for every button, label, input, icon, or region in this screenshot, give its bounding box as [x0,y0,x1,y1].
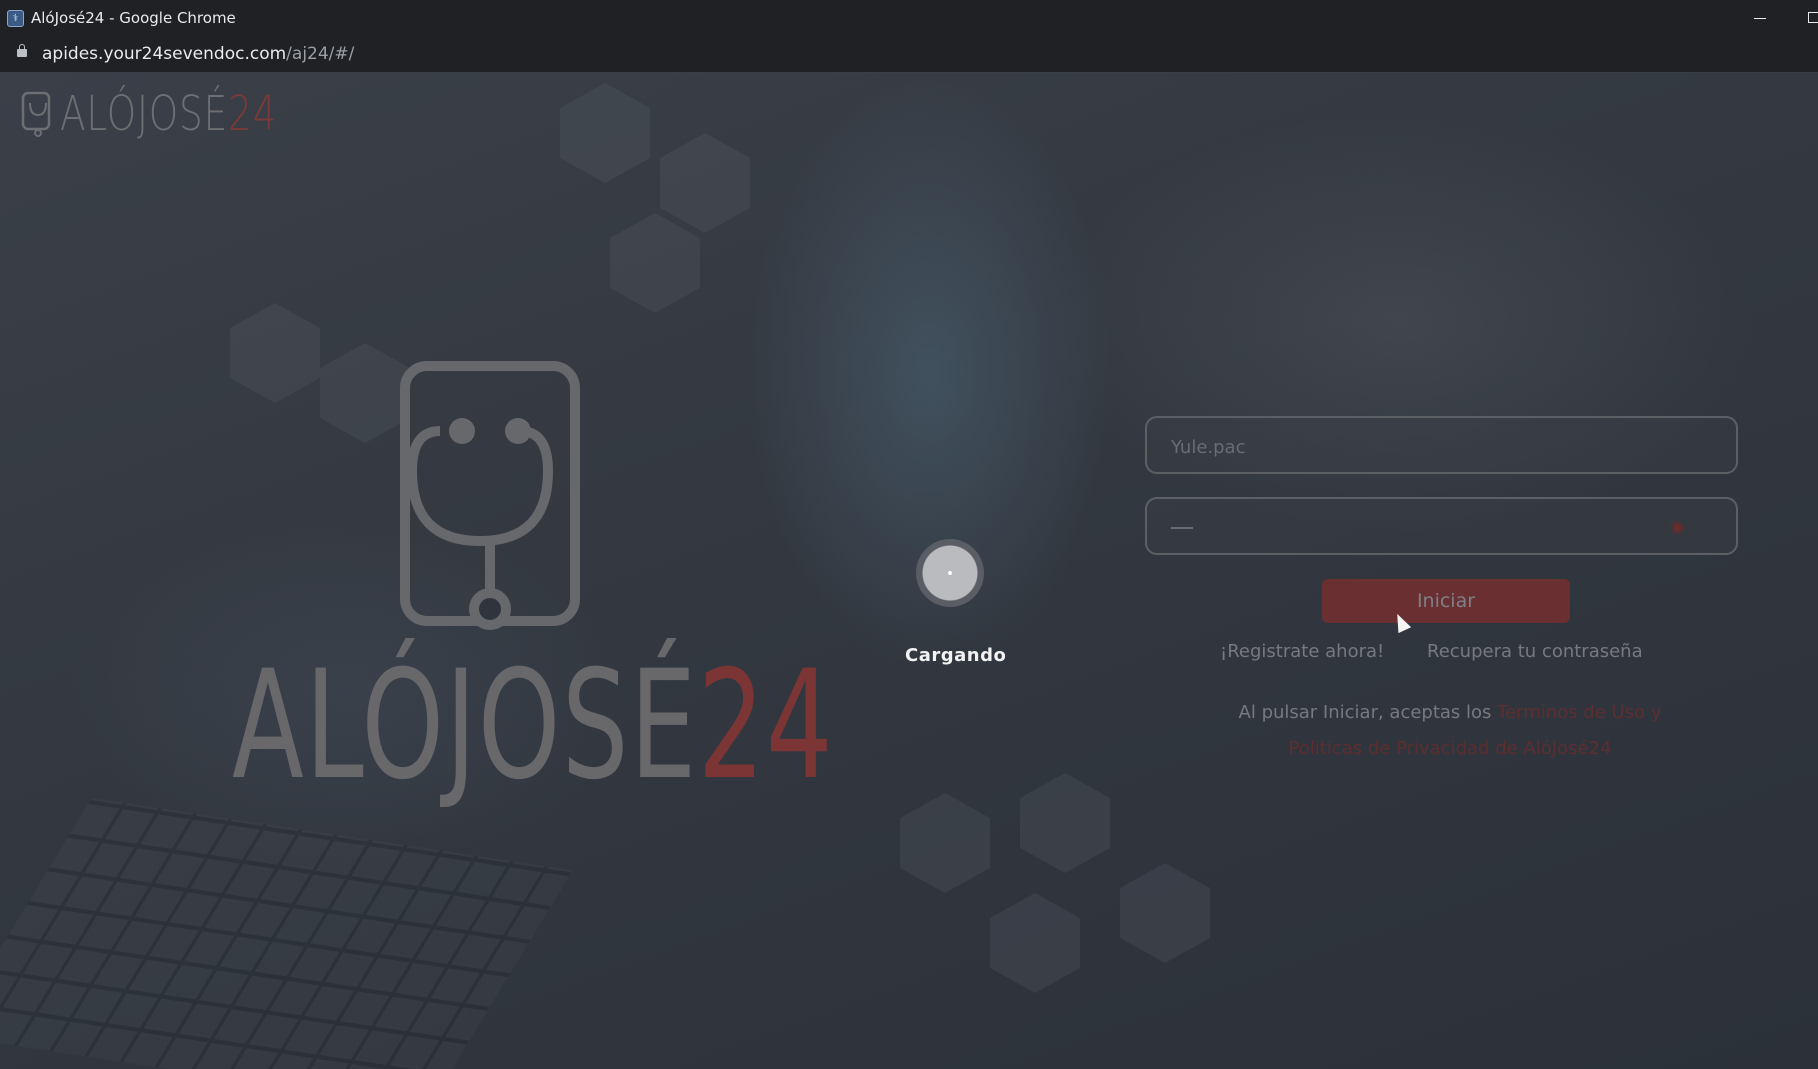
spinner-dot [948,571,952,575]
bg-laptop-keyboard [0,797,573,1069]
privacy-policy-link[interactable]: Politicas de Privacidad de AlóJosé24 [1289,738,1612,759]
address-bar[interactable]: apides.your24sevendoc.com/aj24/#/ [0,36,1818,73]
password-field[interactable]: ◉ [1145,497,1738,555]
bg-hexagon [1020,773,1110,873]
bg-hexagon [320,343,410,443]
url-path: /aj24/#/ [286,44,355,64]
eye-slash-icon[interactable]: ◉ [1670,519,1696,535]
brand-wordmark: ALÓJOSÉ24 [232,651,834,801]
bg-hexagon [660,133,750,233]
site-favicon-icon: ⚕ [7,10,24,27]
maximize-button[interactable] [1800,0,1818,36]
username-input[interactable] [1169,432,1693,462]
logo-number: 24 [228,86,278,142]
bg-hexagon [990,893,1080,993]
loading-text: Cargando [905,645,1007,666]
terms-prefix: Al pulsar Iniciar, aceptas los [1238,702,1498,723]
url-host: apides.your24sevendoc.com [42,44,287,64]
bg-hexagon [230,303,320,403]
login-page: ALÓJOSÉ24 ALÓJOSÉ24 Cargando ◉ Iniciar ¡… [0,73,1818,1069]
username-field[interactable] [1145,416,1738,474]
lock-icon [17,44,27,57]
bg-hexagon [560,83,650,183]
password-mask [1171,527,1193,529]
register-link[interactable]: ¡Registrate ahora! [1220,641,1384,662]
bg-hexagon [1120,863,1210,963]
minimize-button[interactable] [1740,0,1780,36]
window-title: AlóJosé24 - Google Chrome [31,9,236,27]
phone-stethoscope-icon [21,91,51,137]
brand-name: ALÓJOSÉ [232,639,698,813]
brand-number: 24 [697,639,835,813]
loading-spinner [916,539,984,607]
recover-password-link[interactable]: Recupera tu contraseña [1427,641,1643,662]
login-button[interactable]: Iniciar [1322,579,1570,623]
bg-hexagon [610,213,700,313]
bg-hexagon [900,793,990,893]
terms-of-use-link[interactable]: Terminos de Uso y [1497,702,1661,723]
terms-notice: Al pulsar Iniciar, aceptas los Terminos … [1180,695,1720,767]
header-logo-text: ALÓJOSÉ24 [60,86,277,142]
url-text[interactable]: apides.your24sevendoc.com/aj24/#/ [42,44,354,64]
header-logo[interactable]: ALÓJOSÉ24 [20,86,338,142]
logo-name: ALÓJOSÉ [60,86,229,142]
window-titlebar: ⚕ AlóJosé24 - Google Chrome [0,0,1818,36]
stethoscope-phone-logo-icon [400,361,580,630]
